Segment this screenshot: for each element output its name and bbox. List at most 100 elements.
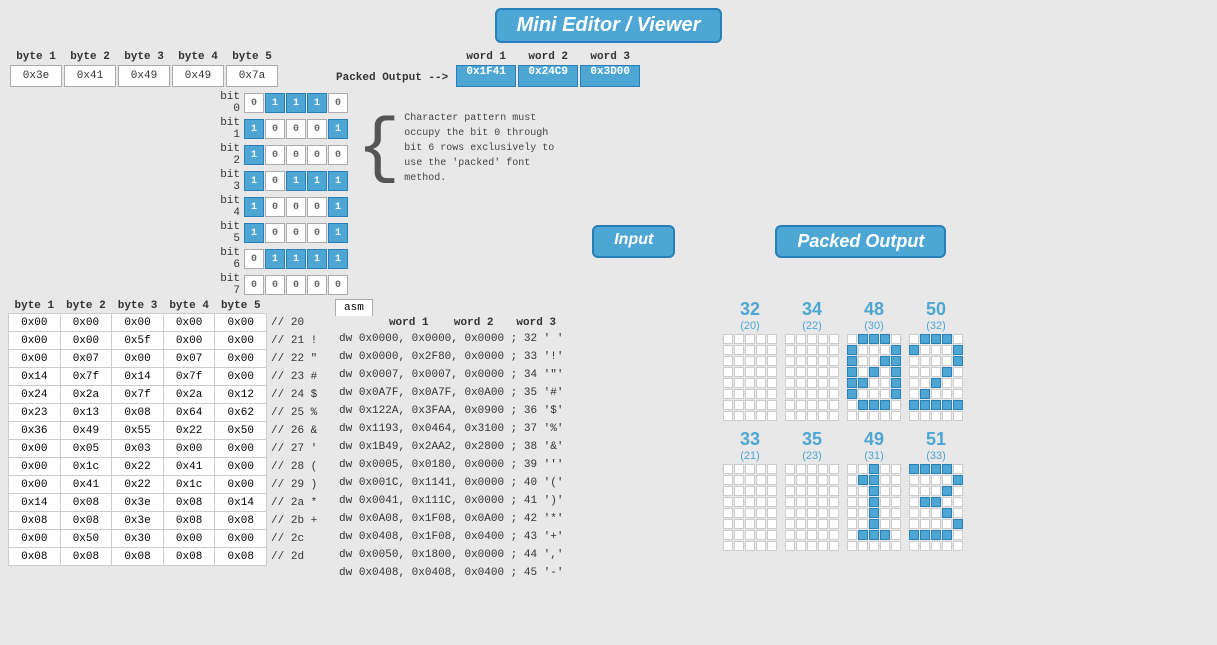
input-cell-r3-c3[interactable]: 0x7f (163, 368, 215, 386)
input-cell-r2-c3[interactable]: 0x07 (163, 350, 215, 368)
input-cell-r12-c3[interactable]: 0x00 (163, 530, 215, 548)
bit-cell-r1-c3[interactable]: 0 (307, 119, 327, 139)
bit-cell-r6-c4[interactable]: 1 (328, 249, 348, 269)
byte-input-2[interactable] (64, 65, 116, 87)
input-cell-r13-c3[interactable]: 0x08 (163, 548, 215, 566)
bit-cell-r2-c2[interactable]: 0 (286, 145, 306, 165)
input-cell-r3-c2[interactable]: 0x14 (112, 368, 164, 386)
bit-cell-r7-c0[interactable]: 0 (244, 275, 264, 295)
input-cell-r6-c2[interactable]: 0x55 (112, 422, 164, 440)
bit-cell-r5-c3[interactable]: 0 (307, 223, 327, 243)
input-cell-r6-c1[interactable]: 0x49 (60, 422, 112, 440)
bit-cell-r3-c2[interactable]: 1 (286, 171, 306, 191)
input-cell-r4-c4[interactable]: 0x12 (215, 386, 267, 404)
bit-cell-r2-c3[interactable]: 0 (307, 145, 327, 165)
input-cell-r11-c3[interactable]: 0x08 (163, 512, 215, 530)
bit-cell-r4-c3[interactable]: 0 (307, 197, 327, 217)
input-cell-r6-c4[interactable]: 0x50 (215, 422, 267, 440)
input-cell-r7-c1[interactable]: 0x05 (60, 440, 112, 458)
input-cell-r7-c0[interactable]: 0x00 (9, 440, 61, 458)
input-cell-r11-c0[interactable]: 0x08 (9, 512, 61, 530)
input-cell-r0-c0[interactable]: 0x00 (9, 314, 61, 332)
byte-input-4[interactable] (172, 65, 224, 87)
bit-cell-r7-c2[interactable]: 0 (286, 275, 306, 295)
input-cell-r5-c1[interactable]: 0x13 (60, 404, 112, 422)
input-cell-r4-c1[interactable]: 0x2a (60, 386, 112, 404)
bit-cell-r1-c0[interactable]: 1 (244, 119, 264, 139)
input-cell-r9-c4[interactable]: 0x00 (215, 476, 267, 494)
bit-cell-r2-c0[interactable]: 1 (244, 145, 264, 165)
bit-cell-r7-c4[interactable]: 0 (328, 275, 348, 295)
input-cell-r8-c2[interactable]: 0x22 (112, 458, 164, 476)
input-cell-r2-c0[interactable]: 0x00 (9, 350, 61, 368)
bit-cell-r0-c4[interactable]: 0 (328, 93, 348, 113)
bit-cell-r0-c3[interactable]: 1 (307, 93, 327, 113)
bit-cell-r0-c2[interactable]: 1 (286, 93, 306, 113)
input-cell-r4-c2[interactable]: 0x7f (112, 386, 164, 404)
input-cell-r3-c0[interactable]: 0x14 (9, 368, 61, 386)
input-cell-r0-c1[interactable]: 0x00 (60, 314, 112, 332)
input-cell-r1-c3[interactable]: 0x00 (163, 332, 215, 350)
input-cell-r9-c1[interactable]: 0x41 (60, 476, 112, 494)
input-cell-r11-c1[interactable]: 0x08 (60, 512, 112, 530)
input-cell-r10-c3[interactable]: 0x08 (163, 494, 215, 512)
byte-input-5[interactable] (226, 65, 278, 87)
input-cell-r5-c4[interactable]: 0x62 (215, 404, 267, 422)
input-cell-r1-c4[interactable]: 0x00 (215, 332, 267, 350)
bit-cell-r6-c3[interactable]: 1 (307, 249, 327, 269)
input-cell-r0-c3[interactable]: 0x00 (163, 314, 215, 332)
bit-cell-r7-c3[interactable]: 0 (307, 275, 327, 295)
input-cell-r12-c2[interactable]: 0x30 (112, 530, 164, 548)
input-cell-r12-c0[interactable]: 0x00 (9, 530, 61, 548)
input-cell-r11-c4[interactable]: 0x08 (215, 512, 267, 530)
input-cell-r8-c0[interactable]: 0x00 (9, 458, 61, 476)
input-cell-r4-c3[interactable]: 0x2a (163, 386, 215, 404)
bit-cell-r1-c2[interactable]: 0 (286, 119, 306, 139)
bit-cell-r4-c4[interactable]: 1 (328, 197, 348, 217)
bit-cell-r3-c0[interactable]: 1 (244, 171, 264, 191)
input-cell-r1-c2[interactable]: 0x5f (112, 332, 164, 350)
bit-cell-r5-c2[interactable]: 0 (286, 223, 306, 243)
input-cell-r6-c0[interactable]: 0x36 (9, 422, 61, 440)
input-cell-r13-c1[interactable]: 0x08 (60, 548, 112, 566)
input-cell-r0-c2[interactable]: 0x00 (112, 314, 164, 332)
input-cell-r6-c3[interactable]: 0x22 (163, 422, 215, 440)
input-cell-r8-c1[interactable]: 0x1c (60, 458, 112, 476)
input-cell-r10-c2[interactable]: 0x3e (112, 494, 164, 512)
bit-cell-r1-c4[interactable]: 1 (328, 119, 348, 139)
bit-cell-r3-c3[interactable]: 1 (307, 171, 327, 191)
input-cell-r12-c1[interactable]: 0x50 (60, 530, 112, 548)
bit-cell-r6-c0[interactable]: 0 (244, 249, 264, 269)
input-cell-r10-c4[interactable]: 0x14 (215, 494, 267, 512)
input-cell-r8-c4[interactable]: 0x00 (215, 458, 267, 476)
bit-cell-r0-c0[interactable]: 0 (244, 93, 264, 113)
input-cell-r5-c2[interactable]: 0x08 (112, 404, 164, 422)
input-cell-r11-c2[interactable]: 0x3e (112, 512, 164, 530)
bit-cell-r1-c1[interactable]: 0 (265, 119, 285, 139)
bit-cell-r2-c1[interactable]: 0 (265, 145, 285, 165)
input-cell-r5-c3[interactable]: 0x64 (163, 404, 215, 422)
input-cell-r2-c2[interactable]: 0x00 (112, 350, 164, 368)
bit-cell-r7-c1[interactable]: 0 (265, 275, 285, 295)
bit-cell-r4-c2[interactable]: 0 (286, 197, 306, 217)
bit-cell-r3-c1[interactable]: 0 (265, 171, 285, 191)
input-cell-r9-c2[interactable]: 0x22 (112, 476, 164, 494)
input-cell-r3-c4[interactable]: 0x00 (215, 368, 267, 386)
input-cell-r13-c2[interactable]: 0x08 (112, 548, 164, 566)
input-cell-r7-c4[interactable]: 0x00 (215, 440, 267, 458)
input-cell-r3-c1[interactable]: 0x7f (60, 368, 112, 386)
input-cell-r1-c1[interactable]: 0x00 (60, 332, 112, 350)
byte-input-1[interactable] (10, 65, 62, 87)
input-cell-r2-c1[interactable]: 0x07 (60, 350, 112, 368)
bit-cell-r3-c4[interactable]: 1 (328, 171, 348, 191)
input-cell-r10-c0[interactable]: 0x14 (9, 494, 61, 512)
input-cell-r12-c4[interactable]: 0x00 (215, 530, 267, 548)
bit-cell-r5-c1[interactable]: 0 (265, 223, 285, 243)
bit-cell-r0-c1[interactable]: 1 (265, 93, 285, 113)
input-cell-r5-c0[interactable]: 0x23 (9, 404, 61, 422)
input-cell-r10-c1[interactable]: 0x08 (60, 494, 112, 512)
input-cell-r13-c4[interactable]: 0x08 (215, 548, 267, 566)
input-cell-r7-c2[interactable]: 0x03 (112, 440, 164, 458)
bit-cell-r6-c2[interactable]: 1 (286, 249, 306, 269)
input-cell-r0-c4[interactable]: 0x00 (215, 314, 267, 332)
